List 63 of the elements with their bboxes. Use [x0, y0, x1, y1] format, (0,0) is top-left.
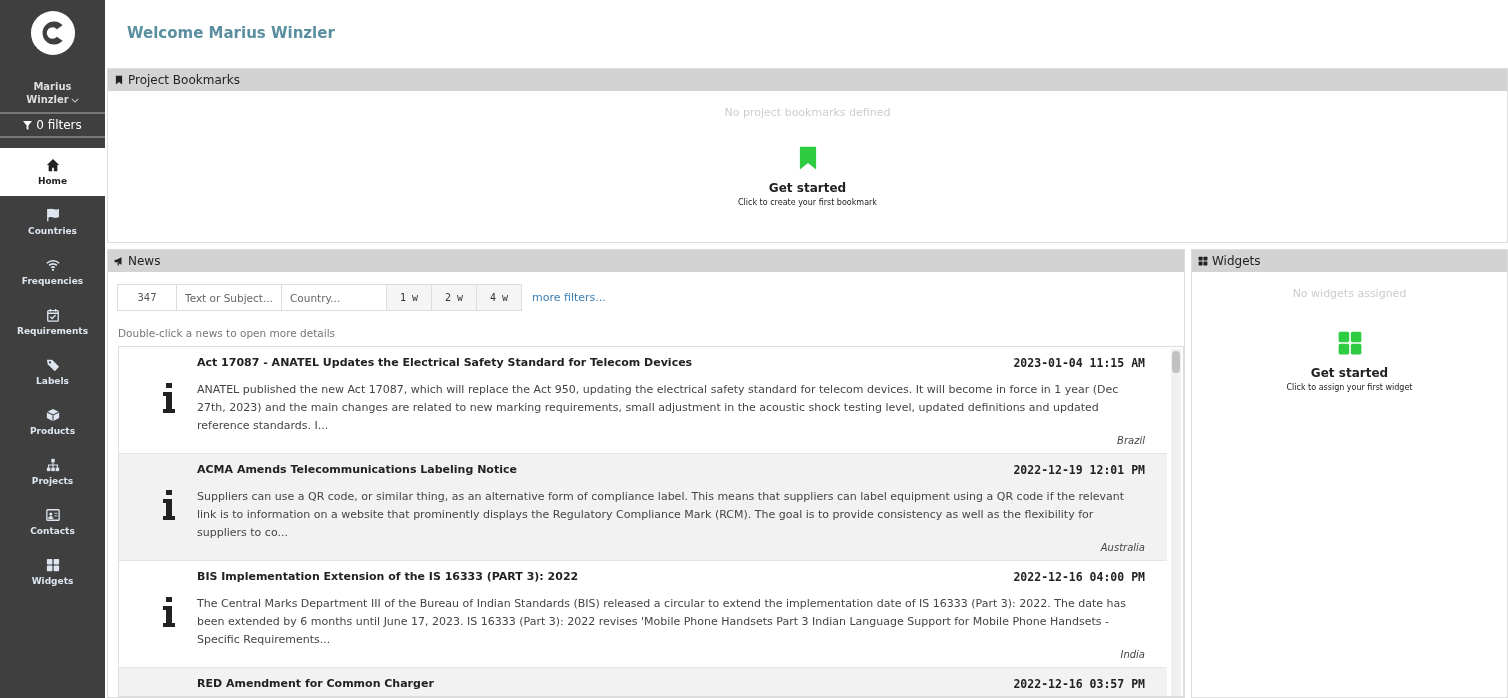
- user-menu[interactable]: Marius Winzler: [22, 80, 83, 106]
- info-icon: [161, 597, 177, 627]
- news-country: India: [1119, 649, 1145, 661]
- news-summary: ANATEL published the new Act 17087, which will replace the Act 950, updating the electrical safety standard for telecom devices. It will become in force in 1 year (Dec 27th, 2023) and the main changes are related to new marking requirements, small adjustment in the acoustic shock testing level, updated definitions and updated reference standards. I...: [197, 382, 1120, 434]
- grid-icon: [1336, 330, 1363, 356]
- grid-icon: [1198, 256, 1208, 266]
- news-title: ACMA Amends Telecommunications Labeling Notice: [197, 462, 517, 478]
- range-button[interactable]: 2 w: [431, 284, 477, 311]
- chevron-down-icon: [70, 98, 79, 103]
- news-date: 2023-01-04 11:15 AM: [1013, 355, 1145, 371]
- calendar-check-icon: [45, 308, 60, 322]
- news-summary: Suppliers can use a QR code, or similar thing, as an alternative form of compliance label. This means that suppliers can label equipment using a QR code if the relevant link is to information on a website that prominently displays the Regulatory Compliance Mark (RCM). The goal is to provide consistency as well as the flexibility for suppliers to co...: [197, 489, 1125, 541]
- nav-item[interactable]: Widgets: [0, 548, 105, 596]
- cube-icon: [45, 408, 60, 422]
- flag-icon: [45, 208, 60, 222]
- scrollbar[interactable]: [1171, 349, 1181, 696]
- news-item[interactable]: [119, 454, 1167, 561]
- megaphone-icon: [114, 256, 124, 266]
- nav-item[interactable]: Countries: [0, 198, 105, 246]
- info-icon: [161, 383, 177, 413]
- hint-text: Double-click a news to open more details: [118, 327, 336, 339]
- page-title: Welcome Marius Winzler: [126, 23, 336, 44]
- filter-icon: [23, 120, 33, 130]
- nav-item[interactable]: Contacts: [0, 498, 105, 546]
- range-button[interactable]: 1 w: [386, 284, 432, 311]
- nav-item[interactable]: Frequencies: [0, 248, 105, 296]
- wifi-icon: [45, 258, 60, 272]
- logo-icon: [29, 10, 76, 56]
- scrollbar-thumb[interactable]: [1172, 351, 1180, 373]
- bookmark-icon: [114, 75, 124, 85]
- sitemap-icon: [45, 458, 60, 472]
- get-started-hint: Click to create your first bookmark: [738, 198, 877, 207]
- filters-button[interactable]: 0 filters: [0, 112, 105, 138]
- news-title: Act 17087 - ANATEL Updates the Electrical Safety Standard for Telecom Devices: [197, 355, 693, 371]
- news-country: Australia: [1099, 542, 1145, 554]
- home-icon: [45, 158, 60, 172]
- news-date: 2022-12-19 12:01 PM: [1013, 462, 1145, 478]
- nav-item[interactable]: Labels: [0, 348, 105, 396]
- nav-item[interactable]: Home: [0, 148, 105, 196]
- news-title: RED Amendment for Common Charger: [197, 676, 434, 692]
- country-field[interactable]: Country...: [281, 284, 387, 311]
- nav-item[interactable]: Requirements: [0, 298, 105, 346]
- get-started-link[interactable]: Get started: [1310, 366, 1389, 380]
- get-started-link[interactable]: Get started: [768, 181, 847, 195]
- get-started-hint: Click to assign your first widget: [1286, 383, 1413, 392]
- panel-title: Project Bookmarks: [128, 73, 240, 87]
- panel-title: Widgets: [1212, 254, 1261, 268]
- news-country: Brazil: [1116, 435, 1145, 447]
- contact-card-icon: [45, 508, 60, 522]
- range-button[interactable]: 4 w: [476, 284, 522, 311]
- news-date: 2022-12-16 03:57 PM: [1013, 676, 1145, 692]
- nav-item[interactable]: Products: [0, 398, 105, 446]
- news-date: 2022-12-16 04:00 PM: [1013, 569, 1145, 585]
- text-search-field[interactable]: Text or Subject...: [176, 284, 282, 311]
- news-item[interactable]: RED Amendment for Common Charger 2022-12-16 03:57 PM: [119, 668, 1167, 696]
- grid-icon: [45, 558, 60, 572]
- info-icon: [161, 490, 177, 520]
- nav-item[interactable]: Projects: [0, 448, 105, 496]
- tags-icon: [45, 358, 60, 372]
- news-summary: The Central Marks Department III of the Bureau of Indian Standards (BIS) released a circular to extend the implementation date of IS 16333 (Part 3): 2022. The date has been extended by 6 months until June 17, 2023. IS 16333 (Part 3): 2022 revises 'Mobile Phone Handsets Part 3 Indian Language Support for Mobile Phone Handsets - Specific Requirements...: [197, 596, 1127, 648]
- panel-title: News: [128, 254, 161, 268]
- more-filters-link[interactable]: more filters...: [532, 291, 606, 304]
- news-title: BIS Implementation Extension of the IS 16333 (PART 3): 2022: [197, 569, 579, 585]
